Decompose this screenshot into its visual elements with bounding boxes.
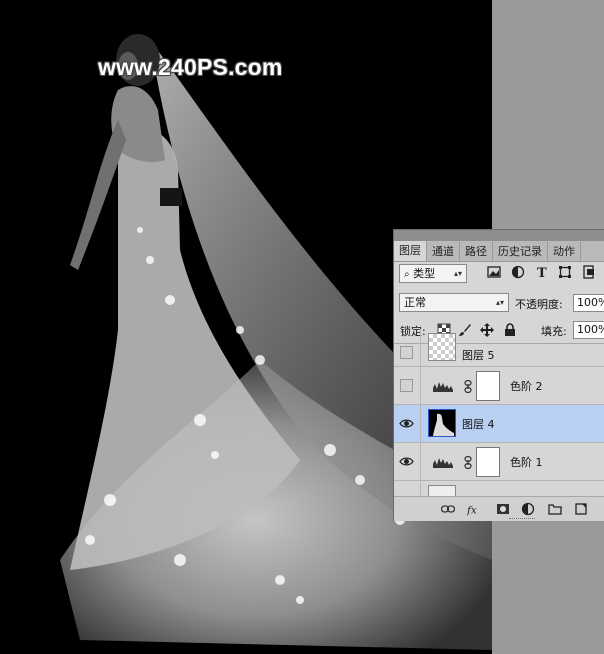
svg-text:fx: fx xyxy=(467,504,477,516)
row-divider xyxy=(420,443,421,481)
filter-type-select[interactable]: ⌕ 类型 ▴▾ xyxy=(399,264,467,283)
blend-mode-value: 正常 xyxy=(404,296,426,309)
layer-row[interactable]: 图层 5 xyxy=(394,329,604,367)
chevron-updown-icon: ▴▾ xyxy=(495,298,504,307)
tab-history[interactable]: 历史记录 xyxy=(493,242,548,261)
layer-name[interactable]: 图层 4 xyxy=(462,416,495,432)
new-layer-icon[interactable] xyxy=(574,502,588,516)
tab-channels[interactable]: 通道 xyxy=(427,242,460,261)
layer-row[interactable]: 色阶 2 xyxy=(394,367,604,405)
new-adjustment-layer-icon[interactable] xyxy=(521,502,535,516)
layer-list[interactable]: 图层 5 色阶 2 图层 4 色阶 1 xyxy=(394,329,604,519)
blend-opacity-row: 正常 ▴▾ 不透明度: 100% xyxy=(394,291,604,315)
mask-link-chain-icon[interactable] xyxy=(464,456,472,469)
layers-panel[interactable]: 图层 通道 路径 历史记录 动作 ⌕ 类型 ▴▾ T 正常 ▴▾ 不透明度: 1… xyxy=(393,229,604,521)
filter-type-value: 类型 xyxy=(413,267,436,280)
watermark-text: www.240PS.com xyxy=(98,54,283,80)
layer-thumbnail[interactable] xyxy=(428,409,456,437)
new-group-folder-icon[interactable] xyxy=(548,502,562,516)
chevron-updown-icon: ▴▾ xyxy=(453,269,462,278)
layer-style-fx-icon[interactable]: fx xyxy=(467,502,481,516)
shape-layer-filter-icon[interactable] xyxy=(558,265,572,279)
smart-object-filter-icon[interactable] xyxy=(582,265,596,279)
search-icon: ⌕ xyxy=(404,269,410,280)
visibility-toggle[interactable] xyxy=(400,379,413,392)
layer-mask-thumbnail[interactable] xyxy=(476,447,500,477)
svg-text:T: T xyxy=(537,266,547,279)
layer-name[interactable]: 色阶 2 xyxy=(510,378,543,394)
mask-link-chain-icon[interactable] xyxy=(464,380,472,393)
layer-row-selected[interactable]: 图层 4 xyxy=(394,405,604,443)
visibility-toggle[interactable] xyxy=(400,346,413,359)
pixel-layer-filter-icon[interactable] xyxy=(487,265,501,279)
resize-grip[interactable] xyxy=(509,518,535,521)
type-layer-filter-icon[interactable]: T xyxy=(535,265,549,279)
layer-mask-thumbnail[interactable] xyxy=(476,371,500,401)
layer-filter-row: ⌕ 类型 ▴▾ T xyxy=(394,262,604,286)
layer-name[interactable]: 图层 5 xyxy=(462,347,495,363)
row-divider xyxy=(420,329,421,367)
layer-row[interactable]: 色阶 1 xyxy=(394,443,604,481)
panel-tab-bar: 图层 通道 路径 历史记录 动作 xyxy=(394,241,604,262)
opacity-label: 不透明度: xyxy=(515,298,563,311)
eye-icon[interactable] xyxy=(399,417,414,430)
layer-thumbnail[interactable] xyxy=(428,333,456,361)
eye-icon[interactable] xyxy=(399,455,414,468)
tab-layers[interactable]: 图层 xyxy=(394,241,427,261)
row-divider xyxy=(420,367,421,405)
blend-mode-select[interactable]: 正常 ▴▾ xyxy=(399,293,509,312)
opacity-input[interactable]: 100% xyxy=(573,294,604,312)
bride-thumbnail-image xyxy=(433,413,454,436)
row-divider xyxy=(420,405,421,443)
add-mask-icon[interactable] xyxy=(496,502,510,516)
tab-actions[interactable]: 动作 xyxy=(548,242,581,261)
link-layers-icon[interactable] xyxy=(441,502,455,516)
levels-histogram-icon xyxy=(433,382,453,392)
layers-panel-footer: fx xyxy=(394,496,604,521)
panel-header-grip[interactable] xyxy=(394,230,604,241)
adjustment-layer-filter-icon[interactable] xyxy=(511,265,525,279)
tab-paths[interactable]: 路径 xyxy=(460,242,493,261)
levels-histogram-icon xyxy=(433,458,453,468)
layer-name[interactable]: 色阶 1 xyxy=(510,454,543,470)
